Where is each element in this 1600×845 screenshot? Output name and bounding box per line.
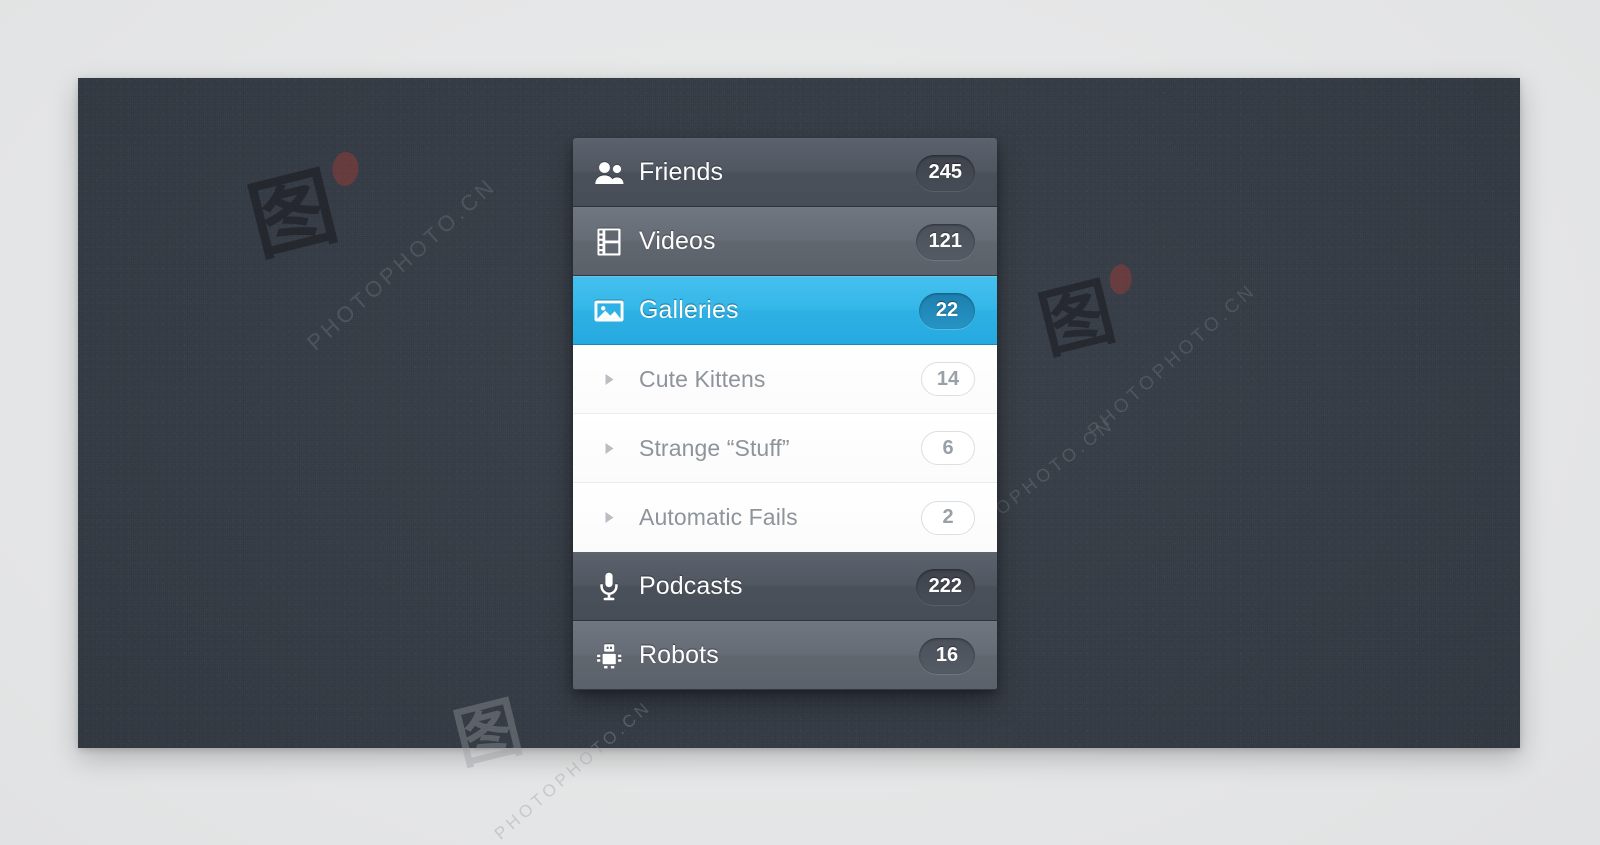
menu-item-label: Galleries [639,296,739,324]
disclosure-triangle-icon[interactable] [592,431,626,465]
submenu-item-automatic-fails[interactable]: Automatic Fails 2 [573,483,997,552]
menu-item-robots[interactable]: Robots 16 [573,621,997,690]
menu-item-podcasts[interactable]: Podcasts 222 [573,552,997,621]
people-icon [592,156,626,190]
menu-item-badge: 245 [915,154,975,191]
menu-item-badge: 222 [915,568,975,605]
robot-icon [592,639,626,673]
submenu-item-cute-kittens[interactable]: Cute Kittens 14 [573,345,997,414]
menu-item-videos[interactable]: Videos 121 [573,207,997,276]
microphone-icon [592,570,626,604]
submenu-galleries: Cute Kittens 14 Strange “Stuff” 6 Automa… [573,345,997,552]
page-root: 图 PHOTOPHOTO.CN 图 PHOTOPHOTO.CN 图 PHOTOP… [0,0,1600,845]
menu-item-label: Friends [639,158,724,186]
submenu-item-badge: 6 [921,431,975,465]
submenu-item-badge: 14 [921,362,975,396]
menu-item-galleries[interactable]: Galleries 22 [573,276,997,345]
submenu-item-strange-stuff[interactable]: Strange “Stuff” 6 [573,414,997,483]
image-icon [592,294,626,328]
menu-item-badge: 16 [919,637,975,674]
menu-item-badge: 121 [915,223,975,260]
film-strip-icon [592,225,626,259]
submenu-item-label: Cute Kittens [639,365,766,392]
menu-item-friends[interactable]: Friends 245 [573,138,997,207]
menu-item-label: Podcasts [639,572,743,600]
disclosure-triangle-icon[interactable] [592,501,626,535]
navigation-menu: Friends 245 Videos 121 Galleries 22 Cute… [573,138,997,690]
menu-item-label: Robots [639,641,719,669]
submenu-item-label: Automatic Fails [639,504,798,530]
menu-item-badge: 22 [919,292,975,329]
disclosure-triangle-icon[interactable] [592,362,626,396]
submenu-item-label: Strange “Stuff” [639,434,790,461]
submenu-item-badge: 2 [921,500,975,535]
menu-item-label: Videos [639,227,716,255]
